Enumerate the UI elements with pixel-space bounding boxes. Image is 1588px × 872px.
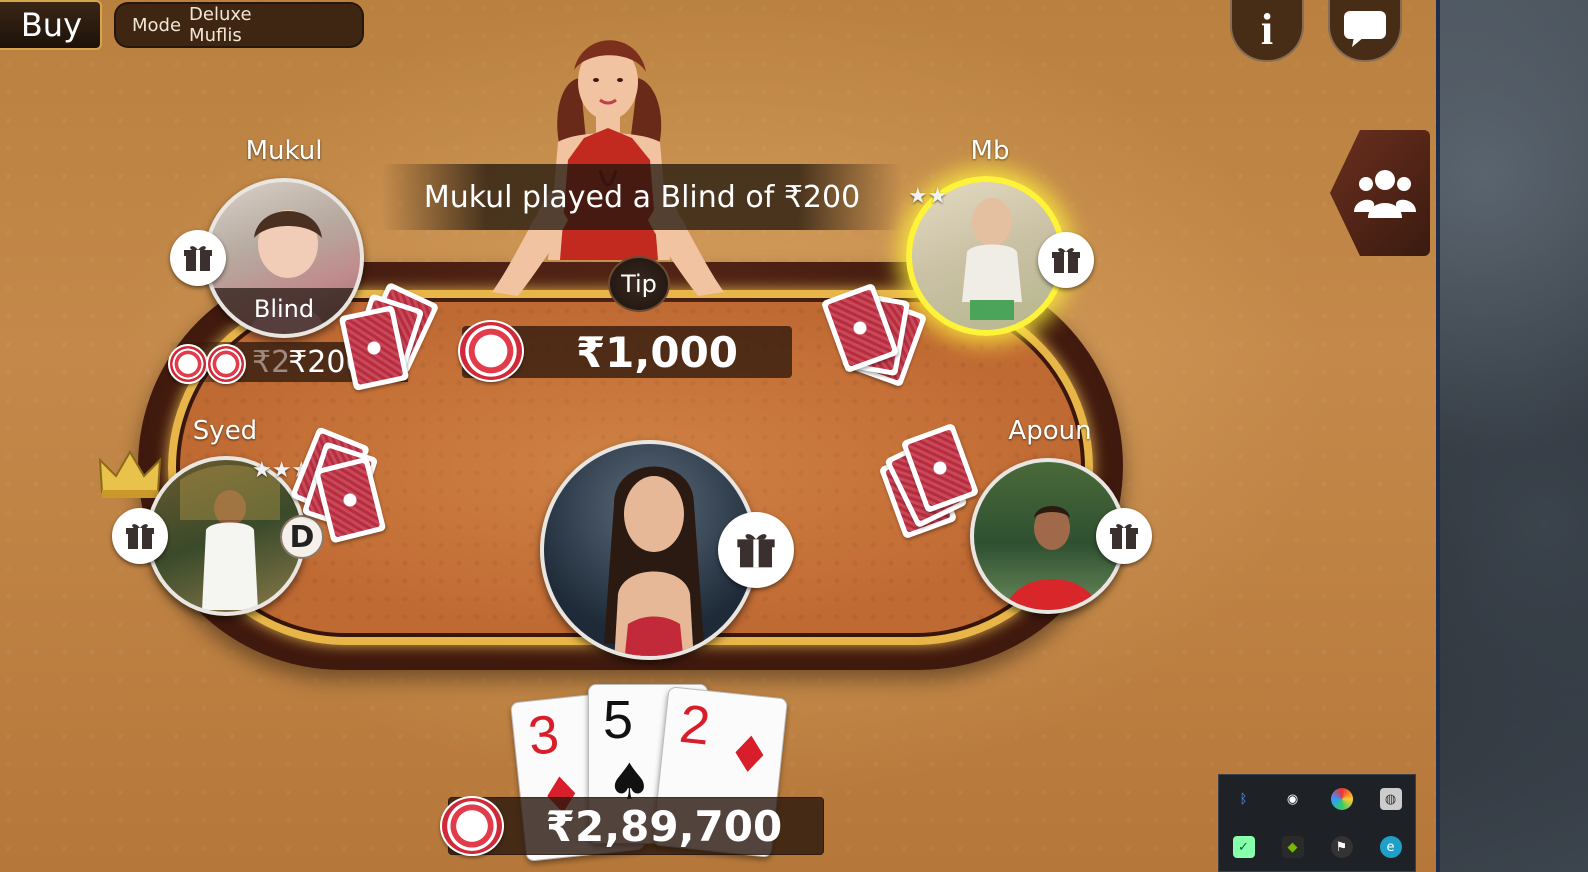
gift-button-syed[interactable]	[112, 508, 168, 564]
dealer-button-label: D	[289, 519, 315, 555]
gift-icon	[1110, 524, 1138, 549]
pot-amount: ₹1,000	[575, 327, 739, 377]
colorful-app-icon[interactable]	[1330, 788, 1353, 810]
game-mode-panel: Mode Deluxe Muflis	[114, 2, 364, 48]
player-name-syed: Syed	[192, 416, 258, 446]
player-avatar-mukul[interactable]: Blind	[204, 178, 364, 338]
gift-button-mukul[interactable]	[170, 230, 226, 286]
player-name-mukul: Mukul	[245, 136, 323, 166]
tip-button[interactable]: Tip	[608, 256, 670, 312]
player-name-apoun: Apoun	[1008, 416, 1092, 446]
star-rating-icon: ★★	[908, 184, 948, 209]
gift-button-apoun[interactable]	[1096, 508, 1152, 564]
nvidia-icon[interactable]: ◆	[1281, 836, 1304, 858]
hand-card-3-suit: ♦	[724, 723, 775, 787]
bet-chip-icon	[168, 344, 208, 384]
game-window: Buy Mode Deluxe Muflis i Mukul played a …	[0, 0, 1436, 872]
gift-button-self[interactable]	[718, 512, 794, 588]
buy-label: Buy	[20, 6, 82, 44]
player-status-mukul: Blind	[208, 288, 360, 334]
player-name-mb: Mb	[970, 136, 1010, 166]
security-check-icon[interactable]: ✓	[1232, 836, 1255, 858]
pot-chip-icon	[458, 320, 524, 382]
action-notice: Mukul played a Blind of ₹200	[382, 164, 902, 230]
balance-chip-icon	[440, 796, 504, 856]
gift-icon	[1052, 248, 1080, 273]
mode-label: Mode	[132, 14, 182, 36]
edge-icon[interactable]: e	[1379, 836, 1402, 858]
desktop-background	[1436, 0, 1588, 872]
gift-button-mb[interactable]	[1038, 232, 1094, 288]
bluetooth-icon[interactable]: ᛒ	[1233, 788, 1255, 810]
bluestacks-icon[interactable]: ⚑	[1330, 836, 1353, 858]
disk-icon[interactable]: ◍	[1379, 788, 1402, 810]
group-icon	[1354, 170, 1416, 218]
action-notice-text: Mukul played a Blind of ₹200	[423, 179, 861, 215]
mode-values: Deluxe Muflis	[189, 4, 252, 46]
system-tray-overflow: ᛒ ◉ ◍ ✓ ◆ ⚑ e	[1218, 774, 1416, 872]
tip-label: Tip	[621, 270, 657, 298]
info-button[interactable]: i	[1230, 0, 1304, 62]
gift-icon	[184, 246, 212, 271]
gift-icon	[737, 534, 775, 568]
dealer-button-icon: D	[280, 515, 324, 559]
player-bet-ghost-mukul: ₹2	[252, 344, 291, 380]
mode-value-line2: Muflis	[189, 25, 242, 46]
dealer-illustration	[492, 40, 724, 296]
record-icon[interactable]: ◉	[1282, 788, 1304, 810]
bet-chip-icon	[206, 344, 246, 384]
crown-icon	[98, 450, 162, 498]
hand-card-2-rank: 5	[603, 690, 634, 750]
chat-bubble-icon	[1344, 11, 1386, 47]
info-icon: i	[1260, 4, 1274, 54]
buy-button[interactable]: Buy	[0, 0, 102, 50]
hand-card-3-rank: 2	[676, 693, 713, 757]
friends-tab[interactable]	[1330, 130, 1430, 256]
player-balance: ₹2,89,700	[448, 797, 824, 855]
mode-value-line1: Deluxe	[189, 4, 252, 25]
hand-card-1-rank: 3	[525, 703, 562, 767]
gift-icon	[126, 524, 154, 549]
player-balance-amount: ₹2,89,700	[545, 801, 783, 851]
chat-button[interactable]	[1328, 0, 1402, 62]
